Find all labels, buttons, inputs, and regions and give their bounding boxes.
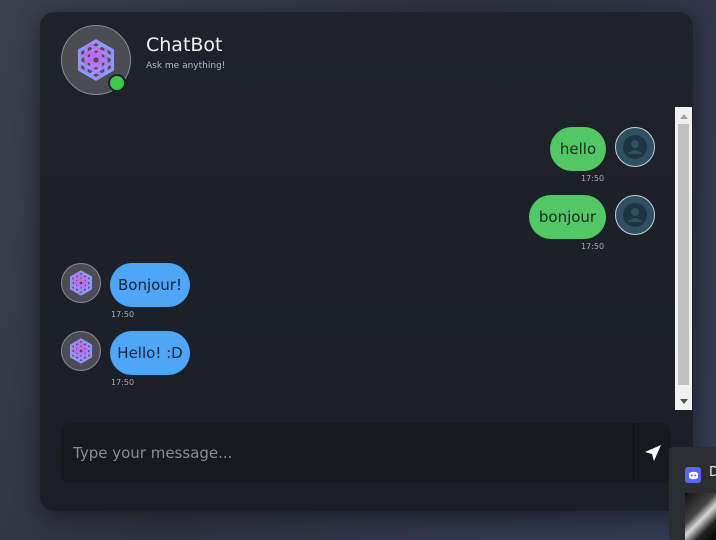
preview-thumbnail	[685, 493, 716, 540]
bot-message-bubble: Bonjour!	[110, 263, 190, 307]
triangle-down-icon	[679, 398, 688, 404]
chat-scrollbar[interactable]	[675, 107, 692, 410]
send-button[interactable]	[634, 423, 671, 483]
scroll-down-arrow[interactable]	[675, 394, 692, 409]
chat-subtitle: Ask me anything!	[146, 61, 226, 71]
openai-logo-icon	[69, 270, 93, 296]
message-text: bonjour	[538, 208, 597, 226]
user-avatar	[615, 195, 655, 235]
message-time: 17:50	[111, 378, 135, 387]
message-time: 17:50	[111, 310, 135, 319]
message-text: hello	[559, 140, 597, 158]
message-list: hello 17:50 bonjour 17:50 Bonjour! 17:50…	[40, 107, 676, 409]
message-composer	[61, 423, 671, 483]
scrollbar-thumb[interactable]	[678, 124, 689, 385]
chat-window: ChatBot Ask me anything! hello 17:50 bon…	[40, 12, 693, 511]
user-icon	[623, 135, 647, 159]
scroll-up-arrow[interactable]	[675, 108, 692, 123]
triangle-up-icon	[679, 113, 688, 119]
chat-title: ChatBot	[146, 34, 223, 56]
taskbar-preview-label: D	[709, 465, 716, 480]
user-icon	[623, 203, 647, 227]
bot-avatar-small	[61, 331, 101, 371]
openai-logo-icon	[69, 338, 93, 364]
message-input[interactable]	[61, 423, 633, 483]
message-time: 17:50	[581, 174, 605, 183]
taskbar-preview[interactable]: D	[669, 447, 716, 540]
bot-message-bubble: Hello! :D	[110, 331, 190, 375]
message-text: Bonjour!	[117, 276, 182, 294]
bot-avatar-small	[61, 263, 101, 303]
message-text: Hello! :D	[117, 344, 183, 362]
message-time: 17:50	[581, 242, 605, 251]
discord-icon	[685, 467, 701, 483]
user-message-bubble: bonjour	[529, 195, 606, 239]
send-icon	[644, 445, 661, 461]
user-message-bubble: hello	[550, 127, 606, 171]
user-avatar	[615, 127, 655, 167]
online-status-dot	[108, 74, 126, 92]
